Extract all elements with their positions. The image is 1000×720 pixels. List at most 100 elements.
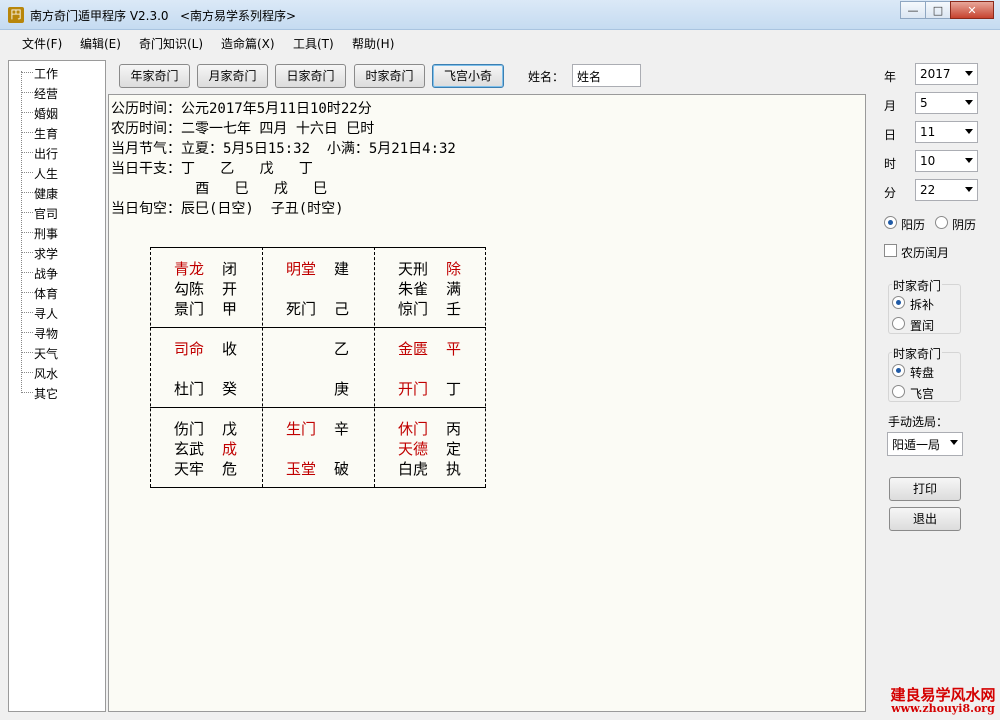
flying-label: 飞宫 (910, 387, 935, 401)
tree-label: 刑事 (34, 227, 59, 241)
menu-file[interactable]: 文件(F) (22, 35, 62, 52)
chaibu-label: 拆补 (910, 298, 935, 312)
month-qimen-button[interactable]: 月家奇门 (197, 64, 268, 88)
name-input[interactable]: 姓名 (572, 64, 641, 87)
tree-item-criminal[interactable]: 刑事 (9, 223, 105, 241)
tree-item-war[interactable]: 战争 (9, 263, 105, 281)
palace-9-star: 白虎 (398, 460, 429, 478)
close-icon: ✕ (967, 3, 977, 17)
exit-button[interactable]: 退出 (889, 507, 961, 531)
leap-month-checkbox[interactable] (884, 244, 897, 257)
grid-line (485, 247, 486, 487)
year-select[interactable]: 2017 (915, 63, 978, 85)
chevron-down-icon (965, 129, 973, 134)
tree-label: 天气 (34, 347, 59, 361)
day-value: 11 (920, 125, 936, 139)
solar-radio[interactable] (884, 216, 897, 229)
palace-2-god: 明堂 (286, 260, 317, 278)
menu-qimen-knowledge[interactable]: 奇门知识(L) (139, 35, 203, 52)
flying-palace-button[interactable]: 飞宫小奇 (432, 64, 504, 88)
ganzhi-line: 当日干支：丁 乙 戊 丁 (111, 161, 313, 177)
zhirun-radio[interactable] (892, 317, 905, 330)
manual-ju-select[interactable]: 阳遁一局 (887, 432, 963, 456)
day-qimen-button[interactable]: 日家奇门 (275, 64, 346, 88)
hour-qimen-button[interactable]: 时家奇门 (354, 64, 425, 88)
palace-3-door: 惊门 (398, 300, 429, 318)
tree-item-business[interactable]: 经营 (9, 83, 105, 101)
palace-9-god: 天德 (398, 440, 429, 458)
palace-1-door: 景门 (174, 300, 205, 318)
tree-item-find-person[interactable]: 寻人 (9, 303, 105, 321)
print-button[interactable]: 打印 (889, 477, 961, 501)
tree-item-health[interactable]: 健康 (9, 183, 105, 201)
tree-item-study[interactable]: 求学 (9, 243, 105, 261)
ganzhi-branch-line: 酉 巳 戌 巳 (111, 181, 328, 197)
palace-4-officer: 收 (222, 340, 238, 358)
tree-item-find-object[interactable]: 寻物 (9, 323, 105, 341)
tree-label: 出行 (34, 147, 59, 161)
tree-label: 其它 (34, 387, 59, 401)
watermark-url: www.zhouyi8.org (891, 702, 995, 715)
tree-item-other[interactable]: 其它 (9, 383, 105, 401)
site-watermark: 建良易学风水网 www.zhouyi8.org (886, 688, 1000, 720)
palace-5-stem-upper: 乙 (334, 340, 350, 358)
minimize-button[interactable]: — (900, 1, 926, 19)
chaibu-radio[interactable] (892, 296, 905, 309)
palace-4-god: 司命 (174, 340, 205, 358)
maximize-icon: □ (932, 3, 944, 17)
maximize-button[interactable]: □ (925, 1, 951, 19)
palace-7-officer: 成 (222, 440, 238, 458)
day-label: 日 (884, 128, 897, 142)
minute-value: 22 (920, 183, 936, 197)
zhirun-label: 置闰 (910, 319, 935, 333)
tree-item-marriage[interactable]: 婚姻 (9, 103, 105, 121)
palace-2-officer: 建 (334, 260, 350, 278)
year-qimen-button[interactable]: 年家奇门 (119, 64, 190, 88)
menu-help[interactable]: 帮助(H) (352, 35, 394, 52)
grid-line (150, 247, 151, 487)
menu-destiny[interactable]: 造命篇(X) (221, 35, 275, 52)
month-select[interactable]: 5 (915, 92, 978, 114)
palace-2-door: 死门 (286, 300, 317, 318)
manual-ju-value: 阳遁一局 (892, 438, 941, 452)
palace-7-star: 天牢 (174, 460, 205, 478)
tree-item-work[interactable]: 工作 (9, 63, 105, 81)
tree-item-fengshui[interactable]: 风水 (9, 363, 105, 381)
palace-1-stem: 甲 (222, 300, 238, 318)
tree-item-travel[interactable]: 出行 (9, 143, 105, 161)
tree-item-life[interactable]: 人生 (9, 163, 105, 181)
palace-1-star: 勾陈 (174, 280, 205, 298)
hour-select[interactable]: 10 (915, 150, 978, 172)
tree-item-lawsuit[interactable]: 官司 (9, 203, 105, 221)
palace-8-officer: 破 (334, 460, 350, 478)
palace-2-stem: 己 (334, 300, 350, 318)
grid-line (374, 247, 375, 487)
tree-label: 体育 (34, 287, 59, 301)
tree-item-weather[interactable]: 天气 (9, 343, 105, 361)
rotating-radio[interactable] (892, 364, 905, 377)
tree-item-birth[interactable]: 生育 (9, 123, 105, 141)
leap-month-label: 农历闰月 (901, 246, 950, 260)
chevron-down-icon (950, 440, 958, 445)
grid-line (150, 327, 486, 328)
grid-line (150, 487, 486, 488)
palace-3-stem: 壬 (446, 300, 462, 318)
window-title: 南方奇门遁甲程序 V2.3.0 <南方易学系列程序> (30, 9, 297, 23)
menu-edit[interactable]: 编辑(E) (80, 35, 121, 52)
flying-radio[interactable] (892, 385, 905, 398)
tree-label: 健康 (34, 187, 59, 201)
minute-select[interactable]: 22 (915, 179, 978, 201)
lunar-radio[interactable] (935, 216, 948, 229)
menu-tools[interactable]: 工具(T) (293, 35, 334, 52)
tree-item-sports[interactable]: 体育 (9, 283, 105, 301)
app-icon: 円 (8, 7, 24, 23)
year-label: 年 (884, 70, 897, 84)
grid-line (150, 407, 486, 408)
chevron-down-icon (965, 187, 973, 192)
tree-label: 人生 (34, 167, 59, 181)
close-button[interactable]: ✕ (950, 1, 994, 19)
year-value: 2017 (920, 67, 951, 81)
day-select[interactable]: 11 (915, 121, 978, 143)
title-bar: 円 南方奇门遁甲程序 V2.3.0 <南方易学系列程序> — □ ✕ (0, 0, 1000, 30)
palace-3-officer: 除 (446, 260, 462, 278)
